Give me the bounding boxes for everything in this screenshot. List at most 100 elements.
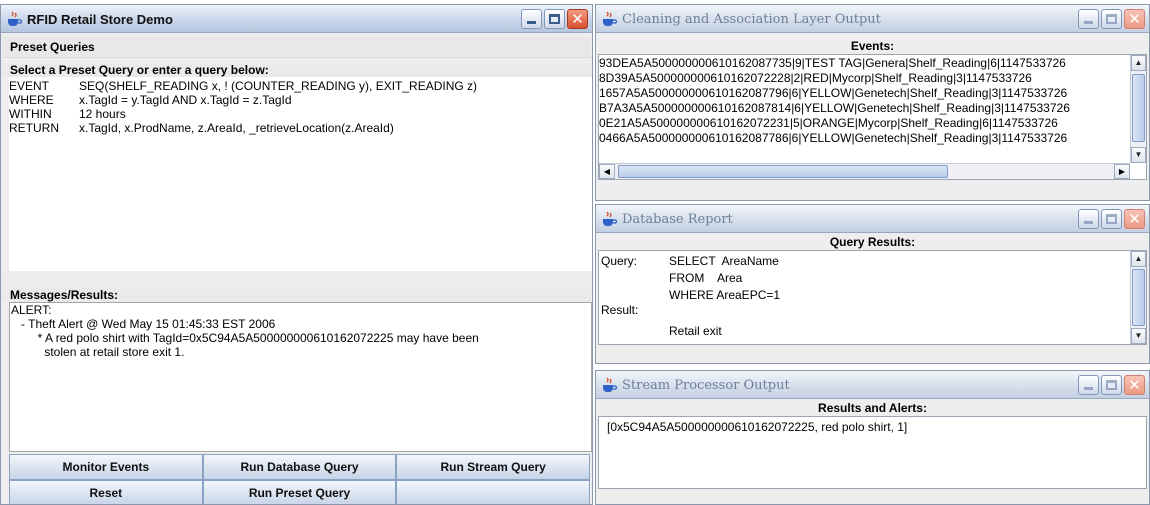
- result-value: Retail exit: [669, 324, 722, 338]
- minimize-button[interactable]: [1078, 9, 1099, 29]
- query-clause: SEQ(SHELF_READING x, ! (COUNTER_READING …: [79, 79, 478, 93]
- minimize-button[interactable]: [1078, 209, 1099, 229]
- scroll-down-icon[interactable]: ▼: [1131, 147, 1146, 163]
- scroll-right-icon[interactable]: ▶: [1114, 164, 1130, 179]
- messages-results-area[interactable]: ALERT: - Theft Alert @ Wed May 15 01:45:…: [9, 302, 592, 452]
- database-title-bar[interactable]: Database Report ✕: [596, 205, 1149, 233]
- query-keyword: EVENT: [9, 79, 50, 93]
- close-icon: ✕: [1128, 376, 1141, 394]
- cleaning-layer-window: Cleaning and Association Layer Output ✕ …: [595, 4, 1150, 201]
- java-cup-icon: [603, 11, 618, 26]
- maximize-button[interactable]: [1101, 9, 1122, 29]
- scroll-thumb[interactable]: [1132, 74, 1145, 142]
- events-list[interactable]: 93DEA5A500000000610162087735|9|TEST TAG|…: [598, 54, 1147, 180]
- sql-line: FROM Area: [669, 271, 743, 285]
- query-clause: x.TagId = y.TagId AND x.TagId = z.TagId: [79, 93, 292, 107]
- sql-line: SELECT AreaName: [669, 254, 779, 268]
- event-row: B7A3A5A500000000610162087814|6|YELLOW|Ge…: [599, 101, 1070, 115]
- close-button[interactable]: ✕: [1124, 375, 1145, 395]
- result-label: Result:: [601, 303, 639, 317]
- query-keyword: WHERE: [9, 93, 54, 107]
- close-button[interactable]: ✕: [1124, 209, 1145, 229]
- query-editor[interactable]: EVENT SEQ(SHELF_READING x, ! (COUNTER_REA…: [9, 77, 592, 271]
- minimize-button[interactable]: [1078, 375, 1099, 395]
- button-row-bottom: Reset Run Preset Query: [9, 480, 591, 504]
- results-alerts-header: Results and Alerts:: [818, 401, 927, 415]
- close-icon: ✕: [1128, 210, 1141, 228]
- stream-processor-window: Stream Processor Output ✕ Results and Al…: [595, 370, 1150, 505]
- divider: [2, 271, 591, 288]
- event-row: 8D39A5A500000000610162072228|2|RED|Mycor…: [599, 71, 1032, 85]
- run-stream-query-button[interactable]: Run Stream Query: [396, 454, 591, 480]
- event-row: 0E21A5A500000000610162072231|5|ORANGE|My…: [599, 116, 1058, 130]
- minimize-button[interactable]: [521, 9, 542, 29]
- maximize-button[interactable]: [544, 9, 565, 29]
- empty-button[interactable]: [396, 480, 591, 504]
- main-title-bar[interactable]: RFID Retail Store Demo ✕: [1, 5, 592, 33]
- query-sql: SELECT AreaName FROM Area WHERE AreaEPC=…: [669, 253, 780, 304]
- query-prompt-label: Select a Preset Query or enter a query b…: [2, 63, 591, 77]
- maximize-icon: [1106, 14, 1117, 24]
- run-preset-query-button[interactable]: Run Preset Query: [202, 480, 397, 504]
- java-cup-icon: [8, 11, 23, 26]
- stream-title-bar[interactable]: Stream Processor Output ✕: [596, 371, 1149, 399]
- button-row-top: Monitor Events Run Database Query Run St…: [9, 454, 591, 480]
- maximize-button[interactable]: [1101, 375, 1122, 395]
- scroll-down-icon[interactable]: ▼: [1131, 328, 1146, 344]
- run-database-query-button[interactable]: Run Database Query: [202, 454, 397, 480]
- query-line-return: RETURN x.TagId, x.ProdName, z.AreaId, _re…: [9, 121, 477, 135]
- maximize-icon: [1106, 380, 1117, 390]
- event-row: 93DEA5A500000000610162087735|9|TEST TAG|…: [599, 56, 1066, 70]
- scroll-thumb[interactable]: [618, 165, 948, 178]
- main-window: RFID Retail Store Demo ✕ Preset Queries …: [0, 4, 593, 505]
- results-vertical-scrollbar[interactable]: ▲ ▼: [1130, 251, 1146, 344]
- scroll-up-icon[interactable]: ▲: [1131, 55, 1146, 71]
- message-line: - Theft Alert @ Wed May 15 01:45:33 EST …: [11, 317, 276, 331]
- monitor-events-button[interactable]: Monitor Events: [9, 454, 203, 480]
- close-icon: ✕: [571, 10, 584, 28]
- stream-result-line: [0x5C94A5A500000000610162072225, red pol…: [607, 420, 908, 434]
- cleaning-title-bar[interactable]: Cleaning and Association Layer Output ✕: [596, 5, 1149, 33]
- event-row: 1657A5A500000000610162087796|6|YELLOW|Ge…: [599, 86, 1068, 100]
- main-window-title: RFID Retail Store Demo: [27, 12, 173, 27]
- query-results-area[interactable]: Query: SELECT AreaName FROM Area WHERE A…: [598, 250, 1147, 345]
- maximize-icon: [1106, 214, 1117, 224]
- message-line: stolen at retail store exit 1.: [11, 345, 185, 359]
- maximize-button[interactable]: [1101, 209, 1122, 229]
- query-line-where: WHERE x.TagId = y.TagId AND x.TagId = z.T…: [9, 93, 477, 107]
- query-results-header: Query Results:: [829, 235, 916, 249]
- minimize-icon: [1084, 221, 1093, 224]
- preset-queries-header: Preset Queries: [2, 36, 591, 58]
- close-icon: ✕: [1128, 10, 1141, 28]
- query-text: EVENT SEQ(SHELF_READING x, ! (COUNTER_REA…: [9, 79, 477, 135]
- database-report-window: Database Report ✕ Query Results: Query: …: [595, 204, 1150, 364]
- sql-line: WHERE AreaEPC=1: [669, 288, 781, 302]
- stream-window-title: Stream Processor Output: [622, 378, 790, 393]
- close-button[interactable]: ✕: [1124, 9, 1145, 29]
- scroll-up-icon[interactable]: ▲: [1131, 251, 1146, 267]
- query-line-event: EVENT SEQ(SHELF_READING x, ! (COUNTER_REA…: [9, 79, 477, 93]
- scroll-thumb[interactable]: [1132, 269, 1145, 326]
- minimize-icon: [1084, 387, 1093, 390]
- java-cup-icon: [603, 377, 618, 392]
- query-clause: x.TagId, x.ProdName, z.AreaId, _retrieve…: [79, 121, 394, 135]
- results-alerts-area[interactable]: [0x5C94A5A500000000610162072225, red pol…: [598, 416, 1147, 489]
- event-row: 0466A5A500000000610162087786|6|YELLOW|Ge…: [599, 131, 1068, 145]
- events-horizontal-scrollbar[interactable]: ◀ ▶: [599, 163, 1130, 179]
- close-button[interactable]: ✕: [567, 9, 588, 29]
- java-cup-icon: [603, 211, 618, 226]
- events-viewport: 93DEA5A500000000610162087735|9|TEST TAG|…: [599, 55, 1130, 163]
- message-line: ALERT:: [11, 303, 52, 317]
- query-keyword: RETURN: [9, 121, 59, 135]
- query-keyword: WITHIN: [9, 107, 52, 121]
- database-window-title: Database Report: [622, 212, 733, 227]
- query-clause: 12 hours: [79, 107, 126, 121]
- scroll-left-icon[interactable]: ◀: [599, 164, 615, 179]
- query-label: Query:: [601, 254, 638, 268]
- events-vertical-scrollbar[interactable]: ▲ ▼: [1130, 55, 1146, 163]
- minimize-icon: [1084, 21, 1093, 24]
- message-line: * A red polo shirt with TagId=0x5C94A5A5…: [11, 331, 479, 345]
- messages-results-header: Messages/Results:: [2, 288, 591, 302]
- maximize-icon: [549, 14, 560, 24]
- reset-button[interactable]: Reset: [9, 480, 203, 504]
